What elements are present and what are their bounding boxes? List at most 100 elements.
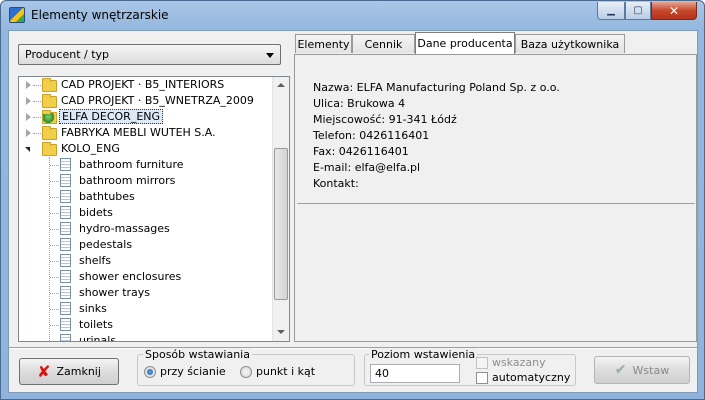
tree-child-item[interactable]: bathroom furniture [19,157,274,173]
scroll-down-button[interactable] [273,324,289,341]
globe-folder-icon [42,110,57,124]
tree-child-label: hydro-massages [79,222,170,235]
folder-icon [42,78,57,92]
indicated-checkbox[interactable] [476,357,488,369]
insert-button[interactable]: ✔ Wstaw [594,356,690,384]
tree-line [50,245,59,246]
checkmark-icon: ✔ [614,362,627,378]
document-icon [60,302,71,315]
close-button-label: Zamknij [56,365,101,378]
tree-line [50,213,59,214]
document-icon [60,318,71,331]
tree-child-item[interactable]: shower enclosures [19,269,274,285]
tree-line [50,325,59,326]
tree-item[interactable]: CAD PROJEKT · B5_INTERIORS [19,77,274,93]
folder-icon [42,94,57,108]
document-icon [60,254,71,267]
tree-child-item[interactable]: bathroom mirrors [19,173,274,189]
scroll-thumb[interactable] [274,148,288,300]
tree-line [50,277,59,278]
document-icon [60,190,71,203]
expand-arrow-icon[interactable] [26,97,31,105]
producer-phone: Telefon: 0426116401 [313,129,430,142]
folder-icon [42,142,57,156]
producer-email: E-mail: elfa@elfa.pl [313,161,421,174]
producer-fax: Fax: 0426116401 [313,145,409,158]
insert-level-title: Poziom wstawienia [369,348,478,361]
element-tree[interactable]: CAD PROJEKT · B5_INTERIORS CAD PROJEKT ·… [18,76,290,342]
insert-level-input[interactable]: 40 [370,364,460,383]
document-icon [60,286,71,299]
radio-point-angle[interactable] [240,366,252,378]
tree-item-label: ELFA DECOR_ENG [59,109,164,124]
document-icon [60,158,71,171]
folder-icon [42,126,57,140]
tree-line [50,229,59,230]
insert-mode-title: Sposób wstawiania [143,348,252,361]
close-window-button[interactable]: ✕ [651,2,697,20]
dialog-body: Producent / typ CAD PROJEKT · B5_INTERIO… [8,30,698,393]
tree-item-label: FABRYKA MEBLI WUTEH S.A. [61,126,216,139]
tree-child-label: bathroom furniture [79,158,184,171]
chevron-down-icon [266,53,274,58]
expand-arrow-icon[interactable] [26,81,31,89]
tree-child-item[interactable]: bidets [19,205,274,221]
category-select[interactable]: Producent / typ [18,44,281,65]
minimize-button[interactable]: ▁ [597,2,625,20]
tree-child-label: bidets [79,206,113,219]
tab-price-list[interactable]: Cennik [352,34,415,53]
tree-line [50,261,59,262]
tree-child-item[interactable]: bathtubes [19,189,274,205]
close-button[interactable]: ✘ Zamknij [19,358,119,385]
tree-line [50,293,59,294]
title-bar[interactable]: Elementy wnętrzarskie ▁ ▢ ✕ [1,1,704,30]
expand-arrow-icon[interactable] [26,129,31,137]
window-title: Elementy wnętrzarskie [31,8,169,22]
tree-child-item[interactable]: shelfs [19,253,274,269]
document-icon [60,270,71,283]
radio-at-wall[interactable] [144,366,156,378]
automatic-checkbox[interactable] [476,372,488,384]
tree-child-item[interactable]: urinals [19,333,274,341]
producer-street: Ulica: Brukowa 4 [313,97,406,110]
tab-label: Cennik [364,37,403,51]
tab-label: Baza użytkownika [520,37,620,51]
automatic-checkbox-label: automatyczny [492,371,571,384]
maximize-button[interactable]: ▢ [625,2,651,20]
tree-child-label: bathroom mirrors [79,174,176,187]
tree-item[interactable]: KOLO_ENG [19,141,274,157]
collapse-arrow-icon[interactable] [25,147,30,152]
tree-child-item[interactable]: hydro-massages [19,221,274,237]
tab-strip: Elementy Cennik Dane producenta Baza uży… [291,31,699,54]
tab-user-database[interactable]: Baza użytkownika [515,34,625,53]
tree-child-label: sinks [79,302,107,315]
tab-label: Dane producenta [417,37,513,50]
tree-child-item[interactable]: pedestals [19,237,274,253]
tree-scrollbar[interactable] [272,77,289,341]
tree-child-item[interactable]: shower trays [19,285,274,301]
tree-line [50,165,59,166]
tree-item-label: CAD PROJEKT · B5_INTERIORS [61,78,225,91]
document-icon [60,222,71,235]
tree-child-label: toilets [79,318,113,331]
tree-child-item[interactable]: sinks [19,301,274,317]
tab-elements[interactable]: Elementy [295,34,352,53]
maximize-icon: ▢ [633,5,643,16]
tree-item[interactable]: CAD PROJEKT · B5_WNETRZA_2009 [19,93,274,109]
document-icon [60,334,71,341]
application-window: Elementy wnętrzarskie ▁ ▢ ✕ Producent / … [0,0,705,400]
tree-child-item[interactable]: toilets [19,317,274,333]
tree-child-label: shelfs [79,254,112,267]
scroll-up-button[interactable] [273,77,289,94]
tree-item[interactable]: FABRYKA MEBLI WUTEH S.A. [19,125,274,141]
tree-line [50,309,59,310]
radio-at-wall-label[interactable]: przy ścianie [160,365,226,378]
expand-arrow-icon[interactable] [26,113,31,121]
document-icon [60,238,71,251]
indicated-checkbox-label: wskazany [492,356,546,369]
minimize-icon: ▁ [607,5,615,16]
radio-point-angle-label[interactable]: punkt i kąt [256,365,315,378]
tab-producer-data[interactable]: Dane producenta [415,32,515,54]
category-select-value: Producent / typ [25,48,110,61]
tree-item-selected[interactable]: ELFA DECOR_ENG [19,109,274,125]
